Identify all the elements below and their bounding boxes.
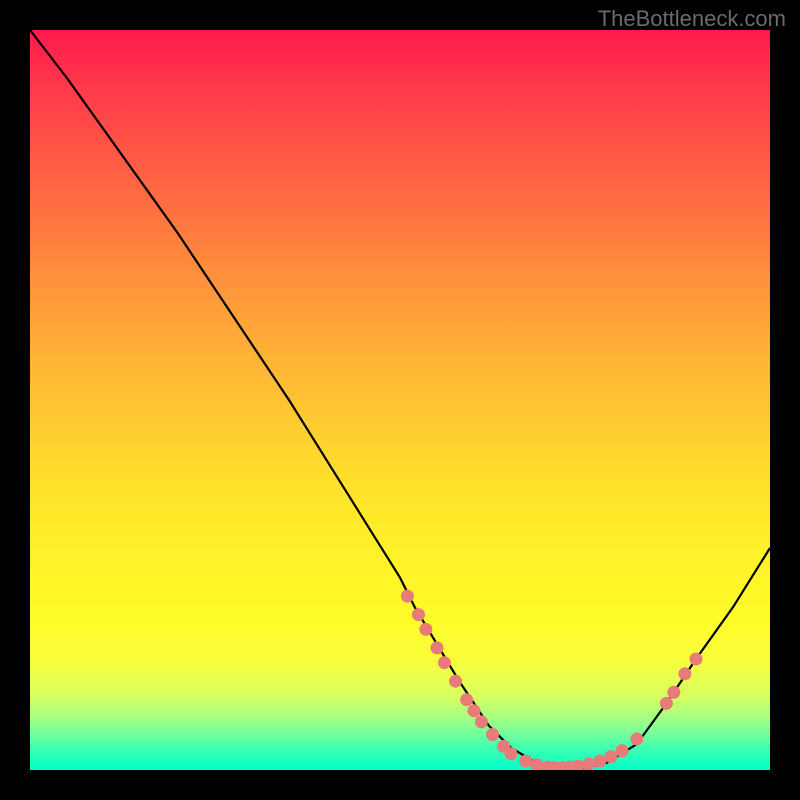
chart-dot <box>438 656 451 669</box>
chart-dot <box>419 623 432 636</box>
chart-dot <box>505 747 518 760</box>
chart-dot <box>604 750 617 763</box>
chart-dot <box>660 697 673 710</box>
watermark: TheBottleneck.com <box>598 6 786 32</box>
chart-dots <box>401 590 703 770</box>
chart-dot <box>678 667 691 680</box>
chart-dot <box>401 590 414 603</box>
chart-dot <box>449 675 462 688</box>
chart-dot <box>630 732 643 745</box>
chart-dot <box>593 755 606 768</box>
chart-dot <box>468 704 481 717</box>
chart-dot <box>412 608 425 621</box>
chart-dot <box>475 715 488 728</box>
chart-dot <box>616 744 629 757</box>
chart-dot <box>582 758 595 770</box>
chart-dot <box>519 755 532 768</box>
chart-dot <box>460 693 473 706</box>
chart-dot <box>667 686 680 699</box>
plot-area <box>30 30 770 770</box>
chart-dot <box>431 641 444 654</box>
chart-line <box>30 30 770 769</box>
chart-dot <box>690 653 703 666</box>
chart-dot <box>486 728 499 741</box>
chart-svg <box>30 30 770 770</box>
